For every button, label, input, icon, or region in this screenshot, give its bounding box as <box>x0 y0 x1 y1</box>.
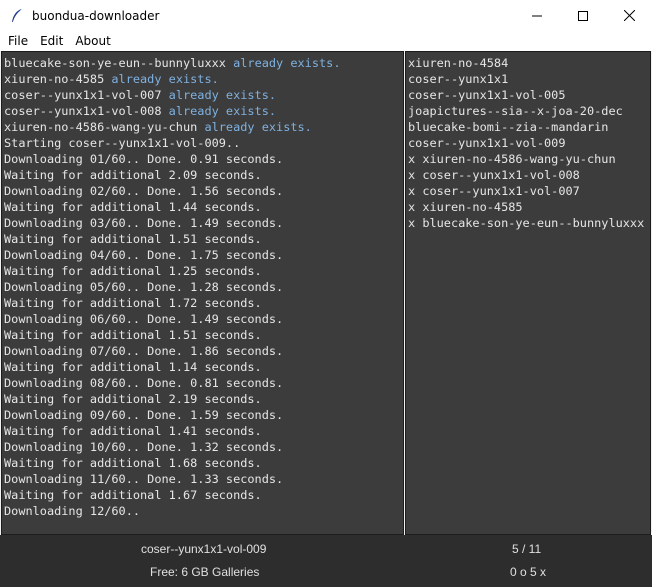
log-line-text: Downloading 12/60.. <box>4 504 141 518</box>
gallery-count-label: 5 / 11 <box>512 542 542 556</box>
queue-item[interactable]: coser--yunx1x1 <box>408 71 650 87</box>
feather-icon <box>12 8 23 22</box>
log-line: Downloading 02/60.. Done. 1.56 seconds. <box>4 183 403 199</box>
log-line: Downloading 05/60.. Done. 1.28 seconds. <box>4 279 403 295</box>
log-line-status: already exists. <box>168 88 277 102</box>
log-line-text: Downloading 11/60.. Done. 1.33 seconds. <box>4 472 284 486</box>
queue-item[interactable]: x xiuren-no-4586-wang-yu-chun <box>408 151 650 167</box>
close-button[interactable] <box>606 0 652 31</box>
queue-item[interactable]: bluecake-bomi--zia--mandarin <box>408 119 650 135</box>
title-bar[interactable]: buondua-downloader <box>0 0 652 31</box>
close-icon <box>623 10 635 21</box>
log-line: Downloading 12/60.. <box>4 503 403 519</box>
log-line: Downloading 09/60.. Done. 1.59 seconds. <box>4 407 403 423</box>
log-line-text: Waiting for additional 1.67 seconds. <box>4 488 262 502</box>
log-line-text: Waiting for additional 1.14 seconds. <box>4 360 262 374</box>
minimize-button[interactable] <box>514 0 560 31</box>
log-line: Waiting for additional 1.51 seconds. <box>4 327 403 343</box>
log-line-text: Downloading 05/60.. Done. 1.28 seconds. <box>4 280 284 294</box>
log-line: Waiting for additional 1.72 seconds. <box>4 295 403 311</box>
current-gallery-label: coser--yunx1x1-vol-009 <box>141 542 267 556</box>
log-line-text: Waiting for additional 1.25 seconds. <box>4 264 262 278</box>
maximize-icon <box>578 10 588 21</box>
window-title: buondua-downloader <box>32 8 160 23</box>
log-line-status: already exists. <box>233 56 341 70</box>
queue-item[interactable]: x coser--yunx1x1-vol-007 <box>408 183 650 199</box>
queue-item[interactable]: xiuren-no-4584 <box>408 55 650 71</box>
queue-item[interactable]: x bluecake-son-ye-eun--bunnyluxxx <box>408 215 650 231</box>
log-line: Waiting for additional 2.19 seconds. <box>4 391 403 407</box>
queue-item[interactable]: coser--yunx1x1-vol-009 <box>408 135 650 151</box>
log-line: Waiting for additional 1.68 seconds. <box>4 455 403 471</box>
log-line-text: coser--yunx1x1-vol-008 <box>4 104 169 118</box>
log-line-text: Waiting for additional 2.19 seconds. <box>4 392 262 406</box>
menu-about[interactable]: About <box>69 31 116 51</box>
log-line-text: Waiting for additional 1.51 seconds. <box>4 328 262 342</box>
menu-edit[interactable]: Edit <box>34 31 69 51</box>
queue-item[interactable]: x coser--yunx1x1-vol-008 <box>408 167 650 183</box>
log-line: Downloading 11/60.. Done. 1.33 seconds. <box>4 471 403 487</box>
log-line-text: Waiting for additional 1.51 seconds. <box>4 232 262 246</box>
log-line: coser--yunx1x1-vol-007 already exists. <box>4 87 403 103</box>
log-line-text: coser--yunx1x1-vol-007 <box>4 88 169 102</box>
log-line-text: Waiting for additional 2.09 seconds. <box>4 168 262 182</box>
log-line: Downloading 06/60.. Done. 1.49 seconds. <box>4 311 403 327</box>
log-line-text: Waiting for additional 1.41 seconds. <box>4 424 262 438</box>
log-line: Waiting for additional 1.51 seconds. <box>4 231 403 247</box>
log-line-text: Downloading 07/60.. Done. 1.86 seconds. <box>4 344 284 358</box>
log-line-text: Waiting for additional 1.68 seconds. <box>4 456 262 470</box>
log-line-text: bluecake-son-ye-eun--bunnyluxxx <box>4 56 234 70</box>
log-line-text: Downloading 06/60.. Done. 1.49 seconds. <box>4 312 284 326</box>
queue-item[interactable]: x xiuren-no-4585 <box>408 199 650 215</box>
log-line-text: xiuren-no-4585 <box>4 72 112 86</box>
minimize-icon <box>532 15 542 16</box>
log-line-status: already exists. <box>204 120 312 134</box>
window-controls <box>514 0 652 31</box>
log-line: Waiting for additional 1.14 seconds. <box>4 359 403 375</box>
log-line-status: already exists. <box>111 72 219 86</box>
log-line-text: Downloading 04/60.. Done. 1.75 seconds. <box>4 248 284 262</box>
log-line: bluecake-son-ye-eun--bunnyluxxx already … <box>4 55 403 71</box>
log-line-text: Downloading 02/60.. Done. 1.56 seconds. <box>4 184 284 198</box>
maximize-button[interactable] <box>560 0 606 31</box>
log-line: coser--yunx1x1-vol-008 already exists. <box>4 103 403 119</box>
log-line-text: Downloading 01/60.. Done. 0.91 seconds. <box>4 152 284 166</box>
log-line: Waiting for additional 2.09 seconds. <box>4 167 403 183</box>
log-line-text: xiuren-no-4586-wang-yu-chun <box>4 120 205 134</box>
log-line: Downloading 08/60.. Done. 0.81 seconds. <box>4 375 403 391</box>
menu-bar: File Edit About <box>0 31 652 51</box>
log-line-text: Downloading 08/60.. Done. 0.81 seconds. <box>4 376 284 390</box>
log-line-text: Downloading 10/60.. Done. 1.32 seconds. <box>4 440 284 454</box>
gallery-queue-list[interactable]: xiuren-no-4584 coser--yunx1x1 coser--yunx1… <box>405 51 651 535</box>
log-line: Downloading 07/60.. Done. 1.86 seconds. <box>4 343 403 359</box>
queue-item[interactable]: joapictures--sia--x-joa-20-dec <box>408 103 650 119</box>
progress-label: 0 o 5 x <box>510 565 547 579</box>
log-line: Starting coser--yunx1x1-vol-009.. <box>4 135 403 151</box>
log-line-text: Downloading 09/60.. Done. 1.59 seconds. <box>4 408 284 422</box>
log-pane[interactable]: bluecake-son-ye-eun--bunnyluxxx already … <box>1 51 404 535</box>
log-line-text: Downloading 03/60.. Done. 1.49 seconds. <box>4 216 284 230</box>
log-line-status: already exists. <box>168 104 277 118</box>
log-line: Waiting for additional 1.67 seconds. <box>4 487 403 503</box>
log-line-text: Starting coser--yunx1x1-vol-009.. <box>4 136 241 150</box>
log-line: Downloading 04/60.. Done. 1.75 seconds. <box>4 247 403 263</box>
log-line-text: Waiting for additional 1.44 seconds. <box>4 200 262 214</box>
log-line: Downloading 10/60.. Done. 1.32 seconds. <box>4 439 403 455</box>
log-line: Waiting for additional 1.41 seconds. <box>4 423 403 439</box>
log-line: xiuren-no-4585 already exists. <box>4 71 403 87</box>
log-line: xiuren-no-4586-wang-yu-chun already exis… <box>4 119 403 135</box>
queue-item[interactable]: coser--yunx1x1-vol-005 <box>408 87 650 103</box>
log-line-text: Waiting for additional 1.72 seconds. <box>4 296 262 310</box>
log-line: Waiting for additional 1.44 seconds. <box>4 199 403 215</box>
status-bar: coser--yunx1x1-vol-009 5 / 11 Free: 6 GB… <box>0 535 652 587</box>
free-space-label: Free: 6 GB Galleries <box>150 565 260 579</box>
menu-file[interactable]: File <box>0 31 34 51</box>
log-line: Downloading 01/60.. Done. 0.91 seconds. <box>4 151 403 167</box>
log-line: Waiting for additional 1.25 seconds. <box>4 263 403 279</box>
log-line: Downloading 03/60.. Done. 1.49 seconds. <box>4 215 403 231</box>
